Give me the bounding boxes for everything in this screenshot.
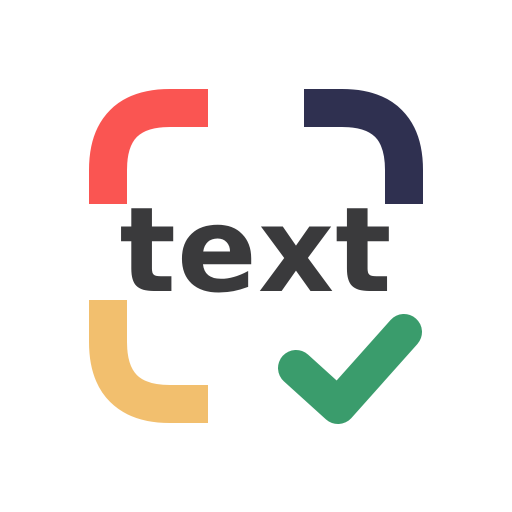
app-logo: text [0, 0, 512, 512]
logo-wordmark: text [119, 181, 393, 319]
